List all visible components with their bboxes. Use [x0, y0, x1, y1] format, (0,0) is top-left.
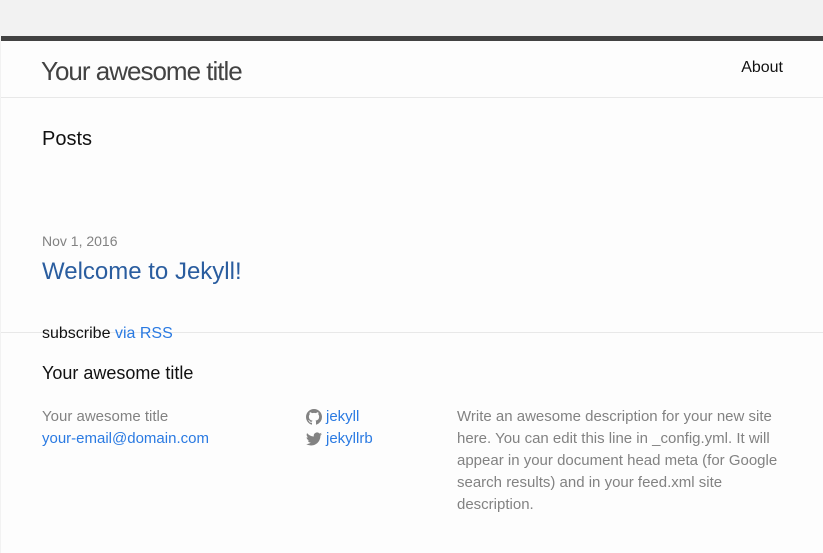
site-title-link[interactable]: Your awesome title: [41, 56, 243, 87]
footer-heading: Your awesome title: [42, 363, 194, 383]
footer-contact: Your awesome title your-email@domain.com: [42, 406, 209, 450]
twitter-link[interactable]: jekyllrb: [306, 428, 373, 450]
nav-about-link[interactable]: About: [741, 59, 783, 77]
footer-social: jekyll jekyllrb: [306, 406, 373, 450]
github-username: jekyll: [326, 408, 360, 425]
posts-heading: Posts: [42, 128, 93, 150]
page: Your awesome title About Posts Nov 1, 20…: [1, 36, 823, 553]
twitter-username: jekyllrb: [326, 430, 373, 447]
footer-site-name: Your awesome title: [42, 408, 169, 425]
twitter-icon: [306, 431, 322, 447]
site-header: Your awesome title About: [1, 41, 823, 98]
post-date: Nov 1, 2016: [42, 233, 118, 249]
post-title-link[interactable]: Welcome to Jekyll!: [42, 258, 242, 286]
github-link[interactable]: jekyll: [306, 406, 373, 428]
email-link[interactable]: your-email@domain.com: [42, 428, 209, 450]
site-description: Write an awesome description for your ne…: [457, 408, 778, 513]
browser-top-gap: [0, 0, 823, 36]
main-content: Posts Nov 1, 2016 Welcome to Jekyll! sub…: [1, 98, 823, 342]
github-icon: [306, 409, 322, 425]
site-footer: Your awesome title Your awesome title yo…: [1, 333, 823, 548]
